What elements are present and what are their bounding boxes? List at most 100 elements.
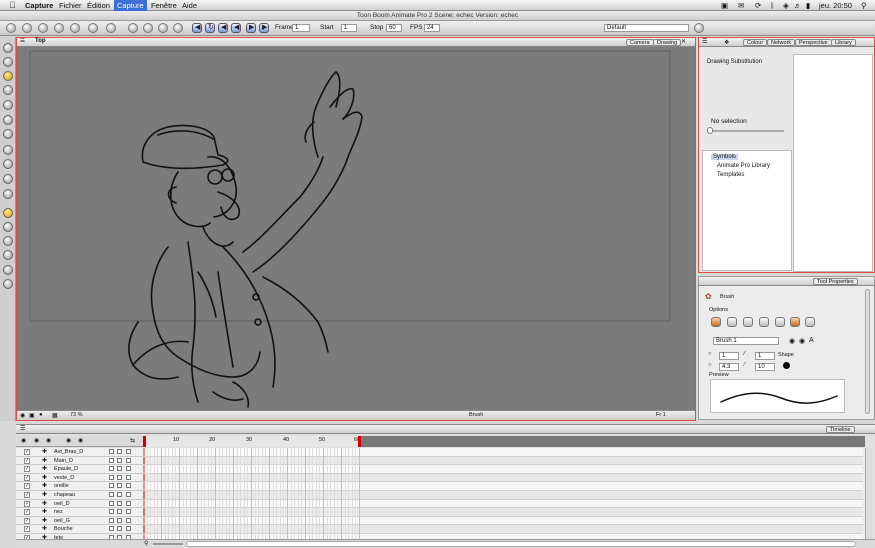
- new-scene-icon[interactable]: [6, 23, 16, 33]
- layer-enable-checkbox[interactable]: ✓: [24, 509, 30, 516]
- apple-icon[interactable]: : [6, 0, 19, 11]
- draw-behind-icon[interactable]: [711, 317, 721, 327]
- expand-layer-icon[interactable]: ✚: [42, 491, 47, 499]
- expand-layer-icon[interactable]: ✚: [42, 465, 47, 473]
- shape-round-icon[interactable]: [783, 362, 790, 369]
- line-art-icon[interactable]: [805, 317, 815, 327]
- paste-icon[interactable]: [158, 23, 168, 33]
- expand-layer-icon[interactable]: ✚: [42, 448, 47, 456]
- brush-preset-select[interactable]: Brush 1: [713, 337, 779, 345]
- contour-smoothness-field[interactable]: 10: [755, 363, 775, 371]
- loop-button[interactable]: ↻: [205, 23, 215, 33]
- sync-icon[interactable]: ⟳: [752, 0, 764, 11]
- next-frame-button[interactable]: ▶: [259, 23, 269, 33]
- layer-enable-checkbox[interactable]: ✓: [24, 517, 30, 524]
- contour-editor-icon[interactable]: [3, 57, 13, 67]
- layer-lock-icon[interactable]: [117, 492, 122, 497]
- light-table-icon[interactable]: ▣: [29, 412, 35, 419]
- rotate-tool-icon[interactable]: [3, 236, 13, 246]
- delete-icon[interactable]: [173, 23, 183, 33]
- menu-capture[interactable]: Capture: [114, 0, 147, 11]
- max-size-field[interactable]: 1: [755, 352, 775, 360]
- layer-visibility-toggle[interactable]: [109, 474, 114, 480]
- text-tool-icon[interactable]: [3, 100, 13, 110]
- layer-colour-swatch[interactable]: [126, 517, 131, 523]
- tree-item-symbols[interactable]: Symbols: [711, 154, 739, 160]
- layer-lock-icon[interactable]: [117, 517, 122, 523]
- layer-lock-icon[interactable]: [117, 500, 122, 506]
- layer-visibility-toggle[interactable]: [109, 457, 114, 463]
- pressure-icon[interactable]: [759, 317, 769, 327]
- colour-view-icon[interactable]: ●: [39, 412, 43, 418]
- animate-tool-icon[interactable]: [3, 208, 13, 218]
- layer-row[interactable]: ✓ ✚ Bouche: [16, 525, 143, 534]
- layer-visibility-toggle[interactable]: [109, 526, 114, 532]
- hand-tool-icon[interactable]: [3, 174, 13, 184]
- zoom-out-icon[interactable]: ⚲: [144, 540, 148, 547]
- timeline-horizontal-scrollbar[interactable]: [186, 541, 856, 547]
- tool-properties-scrollbar[interactable]: [865, 289, 870, 414]
- tab-library[interactable]: Library: [831, 39, 856, 46]
- menu-fichier[interactable]: Fichier: [56, 0, 85, 11]
- add-colour-card-icon[interactable]: ◉: [46, 437, 51, 444]
- select-tool-icon[interactable]: [3, 43, 13, 53]
- layer-enable-checkbox[interactable]: ✓: [24, 492, 30, 498]
- layer-row[interactable]: ✓ ✚ Avt_Bras_D: [16, 448, 143, 457]
- layer-lock-icon[interactable]: [117, 466, 122, 472]
- start-field[interactable]: 1: [341, 24, 357, 32]
- play-reverse-button[interactable]: ◀: [231, 23, 241, 33]
- playhead[interactable]: [143, 436, 146, 447]
- layer-colour-swatch[interactable]: [126, 483, 131, 489]
- layer-colour-swatch[interactable]: [126, 474, 131, 480]
- undo-icon[interactable]: [88, 23, 98, 33]
- add-peg-icon[interactable]: ◉: [66, 437, 71, 444]
- auto-close-icon[interactable]: [743, 317, 753, 327]
- camera-tool-icon[interactable]: [3, 279, 13, 289]
- layer-colour-swatch[interactable]: [126, 509, 131, 515]
- previous-frame-button[interactable]: ◀: [218, 23, 228, 33]
- layer-enable-checkbox[interactable]: ✓: [24, 526, 30, 533]
- stop-field[interactable]: 60: [386, 24, 402, 32]
- layer-enable-checkbox[interactable]: ✓: [24, 449, 30, 455]
- play-button[interactable]: ▶: [246, 23, 256, 33]
- tab-perspective[interactable]: Perspective: [795, 39, 832, 46]
- layer-visibility-toggle[interactable]: [109, 483, 114, 489]
- tree-item-animate-pro-library[interactable]: Animate Pro Library: [717, 163, 770, 169]
- expand-layer-icon[interactable]: ✚: [42, 474, 47, 482]
- pencil-tool-icon[interactable]: [3, 85, 13, 95]
- slider-handle[interactable]: [707, 127, 713, 134]
- bluetooth-icon[interactable]: ᛒ: [767, 0, 778, 11]
- redo-icon[interactable]: [106, 23, 116, 33]
- skew-tool-icon[interactable]: [3, 250, 13, 260]
- timeline-vertical-scrollbar[interactable]: [865, 448, 873, 540]
- expand-layer-icon[interactable]: ✚: [42, 508, 47, 516]
- zoom-level[interactable]: 73 %: [70, 412, 83, 418]
- expand-layer-icon[interactable]: ✚: [42, 457, 47, 465]
- frame-field[interactable]: 1: [292, 24, 310, 32]
- onion-skin-icon[interactable]: ◉: [20, 412, 25, 419]
- layer-enable-checkbox[interactable]: ✓: [24, 474, 30, 481]
- brush-panel-icon[interactable]: ❖: [724, 39, 729, 46]
- delete-preset-icon[interactable]: ◉: [799, 337, 805, 345]
- auto-flatten-icon[interactable]: [727, 317, 737, 327]
- wifi-icon[interactable]: ◈: [780, 0, 792, 11]
- menu-clock[interactable]: jeu. 20:50: [816, 0, 855, 11]
- layer-visibility-toggle[interactable]: [109, 509, 114, 515]
- tab-network[interactable]: Network: [767, 39, 796, 46]
- timeline-menu-icon[interactable]: ☰: [20, 425, 25, 432]
- layer-colour-swatch[interactable]: [126, 492, 131, 497]
- tree-item-templates[interactable]: Templates: [717, 172, 744, 178]
- texture-icon[interactable]: [775, 317, 785, 327]
- timeline-zoom-slider[interactable]: [153, 543, 183, 545]
- layer-row[interactable]: ✓ ✚ nez: [16, 508, 143, 517]
- new-preset-icon[interactable]: ◉: [789, 337, 795, 345]
- menu-fenetre[interactable]: Fenêtre: [148, 0, 180, 11]
- layer-lock-icon[interactable]: [117, 483, 122, 489]
- spotlight-icon[interactable]: ⚲: [858, 0, 870, 11]
- workspace-select[interactable]: Default: [604, 24, 689, 32]
- brush-tool-icon[interactable]: [3, 71, 13, 81]
- layer-row[interactable]: ✓ ✚ oreille: [16, 482, 143, 491]
- grid-icon[interactable]: ▦: [52, 412, 58, 419]
- tab-drawing[interactable]: Drawing: [653, 39, 682, 46]
- tab-tool-properties[interactable]: Tool Properties: [813, 278, 858, 285]
